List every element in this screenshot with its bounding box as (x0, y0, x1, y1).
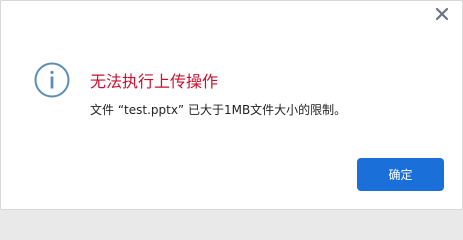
info-circle-icon (34, 62, 70, 98)
ok-button[interactable]: 确定 (357, 158, 444, 191)
dialog-message: 文件 “test.pptx” 已大于1MB文件大小的限制。 (90, 103, 347, 117)
close-icon (435, 7, 449, 21)
upload-error-dialog: 无法执行上传操作 文件 “test.pptx” 已大于1MB文件大小的限制。 确… (0, 0, 463, 210)
close-button[interactable] (432, 4, 452, 24)
dialog-title: 无法执行上传操作 (90, 72, 219, 91)
